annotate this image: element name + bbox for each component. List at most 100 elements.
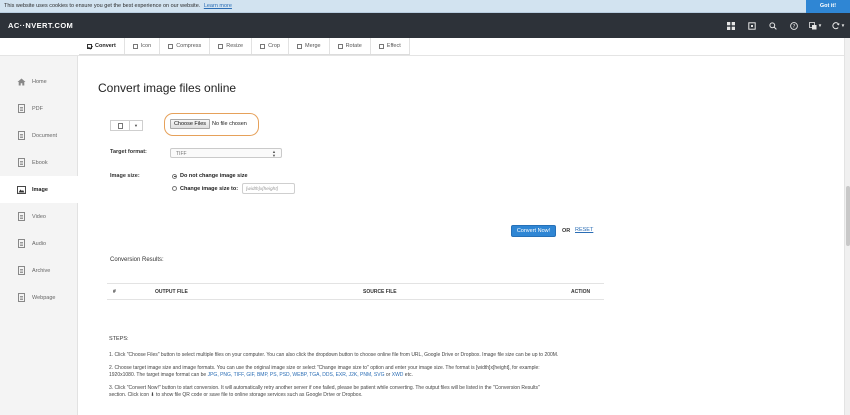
format-link-xwd[interactable]: XWD — [392, 372, 404, 378]
checkbox-icon — [260, 43, 266, 49]
checkbox-icon — [296, 43, 302, 49]
document-icon — [16, 131, 26, 141]
tool-tabs: Convert Icon Compress Resize Crop Merge … — [79, 38, 410, 55]
sidebar-item-webpage[interactable]: Webpage — [0, 284, 78, 311]
checkbox-icon — [378, 43, 384, 49]
cookie-text: This website uses cookies to ensure you … — [4, 3, 232, 9]
tab-convert[interactable]: Convert — [79, 38, 125, 54]
audio-icon — [16, 239, 26, 249]
sidebar-item-home[interactable]: Home — [0, 68, 78, 95]
chevron-down-icon: ▼ — [817, 23, 823, 28]
radio-no-change[interactable] — [172, 173, 177, 179]
step-2b-text: 1920x1080. The target image format can b… — [109, 372, 208, 378]
apps-icon[interactable] — [720, 13, 741, 38]
sidebar-item-pdf[interactable]: PDF — [0, 95, 78, 122]
help-icon[interactable]: ? — [783, 13, 804, 38]
convert-now-button[interactable]: Convert Now! — [511, 225, 556, 237]
target-format-select[interactable]: TIFF ▲ ▼ — [170, 148, 282, 158]
tab-crop[interactable]: Crop — [252, 38, 289, 54]
change-size-label[interactable]: Change image size to: — [180, 186, 238, 192]
page-title: Convert image files online — [98, 81, 237, 95]
no-change-label[interactable]: Do not change image size — [180, 173, 248, 179]
checkbox-icon — [87, 43, 92, 49]
tab-label: Merge — [304, 43, 321, 49]
target-format-value: TIFF — [176, 151, 187, 157]
sidebar-item-video[interactable]: Video — [0, 203, 78, 230]
scrollbar[interactable] — [844, 38, 850, 415]
target-format-label: Target format: — [110, 149, 147, 155]
cookie-message: This website uses cookies to ensure you … — [4, 3, 201, 9]
step-2b-end: etc. — [403, 372, 413, 378]
refresh-icon[interactable]: ▼ — [827, 13, 850, 38]
checkbox-icon — [168, 43, 174, 49]
size-placeholder: [width]x[height] — [246, 186, 278, 192]
tab-rotate[interactable]: Rotate — [330, 38, 371, 54]
cookie-banner: This website uses cookies to ensure you … — [0, 0, 850, 13]
webpage-icon — [16, 293, 26, 303]
or-text: OR — [562, 228, 571, 234]
sidebar-item-image[interactable]: Image — [0, 176, 78, 203]
home-icon — [16, 77, 26, 87]
tab-icon[interactable]: Icon — [125, 38, 161, 54]
checkbox-icon — [337, 43, 343, 49]
chevron-down-icon: ▼ — [840, 23, 846, 28]
conversion-results-title: Conversion Results: — [110, 257, 164, 263]
language-icon[interactable]: ▼ — [804, 13, 827, 38]
sidebar-item-label: Audio — [32, 240, 47, 247]
tab-label: Convert — [95, 43, 116, 49]
archive-icon — [16, 266, 26, 276]
sidebar-item-audio[interactable]: Audio — [0, 230, 78, 257]
tab-merge[interactable]: Merge — [289, 38, 330, 54]
file-source-dropdown[interactable]: ▼ — [110, 120, 143, 131]
tab-compress[interactable]: Compress — [160, 38, 211, 54]
cube-icon[interactable] — [741, 13, 762, 38]
video-icon — [16, 212, 26, 222]
sidebar: Home PDF Document Ebook Image Video Audi… — [0, 56, 78, 415]
image-icon — [16, 185, 26, 195]
choose-files-button[interactable]: Choose Files — [170, 119, 210, 129]
sidebar-item-label: Video — [32, 213, 46, 220]
site-logo[interactable]: AC··NVERT.COM — [8, 21, 73, 30]
select-arrows-icon: ▲ ▼ — [272, 149, 276, 158]
tab-effect[interactable]: Effect — [371, 38, 410, 54]
top-header: AC··NVERT.COM ? ▼ ▼ — [0, 13, 850, 38]
no-file-text: No file chosen — [212, 121, 247, 127]
results-table-header: # OUTPUT FILE SOURCE FILE ACTION — [107, 283, 604, 300]
tab-label: Icon — [140, 43, 152, 49]
tab-label: Resize — [226, 43, 244, 49]
image-size-input[interactable]: [width]x[height] — [242, 183, 295, 194]
sidebar-item-label: Image — [32, 186, 48, 193]
tab-resize[interactable]: Resize — [210, 38, 253, 54]
radio-change-size[interactable] — [172, 185, 177, 191]
learn-more-link[interactable]: Learn more — [204, 3, 232, 9]
col-source-file: SOURCE FILE — [363, 289, 397, 295]
sidebar-item-label: Document — [32, 132, 58, 139]
step-2a: 2. Choose target image size and image fo… — [109, 365, 540, 371]
tab-label: Rotate — [345, 43, 362, 49]
got-it-button[interactable]: Got it! — [806, 0, 850, 13]
chevron-down-icon[interactable]: ▼ — [130, 121, 142, 130]
search-icon[interactable] — [762, 13, 783, 38]
tab-label: Effect — [386, 43, 401, 49]
col-output-file: OUTPUT FILE — [155, 289, 188, 295]
col-number: # — [113, 289, 116, 295]
checkbox-icon — [132, 43, 138, 49]
tab-label: Compress — [176, 43, 202, 49]
tab-label: Crop — [268, 43, 280, 49]
step-3a: 3. Click "Convert Now!" button to start … — [109, 385, 540, 391]
svg-text:?: ? — [792, 24, 795, 30]
step-3b: section. Click icon ⬇ to show file QR co… — [109, 392, 363, 398]
sidebar-item-label: Home — [32, 78, 47, 85]
reset-link[interactable]: RESET — [575, 227, 593, 233]
sidebar-item-label: Ebook — [32, 159, 48, 166]
sidebar-item-ebook[interactable]: Ebook — [0, 149, 78, 176]
format-links[interactable]: JPG, PNG, TIFF, GIF, BMP, PS, PSD, WEBP,… — [208, 372, 385, 378]
file-icon[interactable] — [111, 121, 130, 130]
pdf-icon — [16, 104, 26, 114]
sidebar-item-document[interactable]: Document — [0, 122, 78, 149]
step-1: 1. Click "Choose Files" button to select… — [109, 352, 559, 358]
header-icons: ? ▼ ▼ — [720, 13, 850, 38]
tab-divider — [0, 55, 850, 56]
sidebar-item-archive[interactable]: Archive — [0, 257, 78, 284]
scrollbar-thumb[interactable] — [846, 186, 850, 246]
